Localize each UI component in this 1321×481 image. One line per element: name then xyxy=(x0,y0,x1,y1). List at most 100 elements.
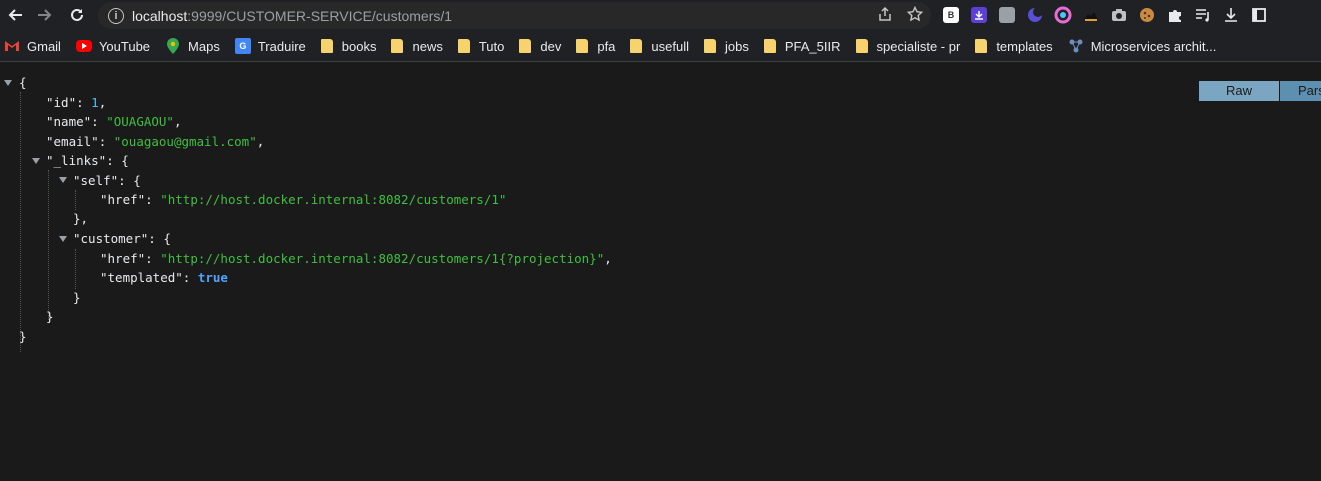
json-key: "href" xyxy=(100,251,146,266)
collapse-root-toggle[interactable] xyxy=(4,80,12,86)
bookmark-label: Maps xyxy=(188,38,220,54)
bookmark-maps[interactable]: Maps xyxy=(165,38,220,54)
indent-guide xyxy=(75,190,76,210)
json-link-value[interactable]: "http://host.docker.internal:8082/custom… xyxy=(160,251,604,266)
indent-guide xyxy=(20,92,21,352)
microservices-icon xyxy=(1068,38,1084,54)
json-key: "self" xyxy=(73,173,119,188)
reload-button[interactable] xyxy=(62,0,92,30)
folder-icon xyxy=(576,39,589,53)
json-line-self-close: }, xyxy=(73,211,89,226)
json-link-value[interactable]: "http://host.docker.internal:8082/custom… xyxy=(160,192,506,207)
json-number-value: 1 xyxy=(91,95,99,110)
bookmark-jobs[interactable]: jobs xyxy=(704,39,749,54)
back-button[interactable] xyxy=(0,0,30,30)
extension-b-icon[interactable]: B xyxy=(943,7,959,23)
youtube-icon xyxy=(75,40,92,52)
json-line-name: "name": "OUAGAOU", xyxy=(46,114,182,129)
bookmark-traduire[interactable]: G Traduire xyxy=(234,38,306,54)
bookmark-label: Microservices archit... xyxy=(1090,38,1217,54)
bookmark-label: PFA_5IIR xyxy=(784,38,841,54)
bookmark-label: Tuto xyxy=(478,38,505,54)
bookmark-label: specialiste - pr xyxy=(876,38,961,54)
moon-extension-icon[interactable] xyxy=(1024,4,1046,26)
json-line-customer-href: "href": "http://host.docker.internal:808… xyxy=(100,251,612,266)
puzzle-icon[interactable] xyxy=(1164,4,1186,26)
json-key: "templated" xyxy=(100,270,183,285)
folder-icon xyxy=(320,39,333,53)
folder-icon xyxy=(457,39,470,53)
json-root-close: } xyxy=(19,329,27,344)
bookmark-label: YouTube xyxy=(98,38,151,54)
json-line-self: "self": { xyxy=(73,173,141,188)
translate-icon: G xyxy=(234,38,251,54)
collapse-customer-toggle[interactable] xyxy=(59,236,67,242)
bookmark-dev[interactable]: dev xyxy=(519,39,561,54)
forward-button[interactable] xyxy=(30,0,60,30)
json-key: "href" xyxy=(100,192,146,207)
bookmarks-bar: Gmail YouTube Maps G Traduire books news … xyxy=(0,31,1321,62)
bookmark-label: dev xyxy=(540,38,562,54)
bookmark-label: news xyxy=(412,38,443,54)
folder-icon xyxy=(519,39,532,53)
parsed-view-button[interactable]: Pars xyxy=(1280,81,1321,101)
bookmark-star-icon[interactable] xyxy=(906,5,924,26)
json-line-id: "id": 1, xyxy=(46,95,107,110)
reading-list-icon[interactable] xyxy=(1192,4,1214,26)
json-key: "id" xyxy=(46,95,77,110)
url-text[interactable]: localhost:9999/CUSTOMER-SERVICE/customer… xyxy=(132,8,452,24)
bookmark-label: usefull xyxy=(651,38,689,54)
side-panel-icon[interactable] xyxy=(1248,4,1270,26)
json-line-customer-close: } xyxy=(73,290,81,305)
maps-icon xyxy=(165,38,181,54)
bookmark-youtube[interactable]: YouTube xyxy=(75,38,151,54)
grid-extension-icon[interactable] xyxy=(999,7,1015,23)
folder-icon xyxy=(391,39,404,53)
folder-icon xyxy=(630,39,643,53)
bookmark-microservices[interactable]: Microservices archit... xyxy=(1068,38,1217,54)
json-key: "_links" xyxy=(46,153,107,168)
camera-icon[interactable] xyxy=(1108,4,1130,26)
address-bar[interactable]: i localhost:9999/CUSTOMER-SERVICE/custom… xyxy=(98,2,931,29)
json-line-templated: "templated": true xyxy=(100,270,228,285)
extensions-area: B xyxy=(940,4,1270,26)
color-picker-icon[interactable] xyxy=(1052,4,1074,26)
downloads-icon[interactable] xyxy=(1220,4,1242,26)
folder-icon xyxy=(855,39,868,53)
indent-guide xyxy=(48,170,49,320)
arrow-right-icon xyxy=(38,9,52,21)
bookmark-templates[interactable]: templates xyxy=(975,38,1053,54)
json-key: "name" xyxy=(46,114,92,129)
bookmark-usefull[interactable]: usefull xyxy=(630,39,689,54)
bookmark-pfa-5iir[interactable]: PFA_5IIR xyxy=(763,38,841,54)
share-icon[interactable] xyxy=(877,6,893,26)
browser-toolbar: i localhost:9999/CUSTOMER-SERVICE/custom… xyxy=(0,0,1321,31)
download-extension-icon[interactable] xyxy=(971,7,987,23)
folder-icon xyxy=(763,39,776,53)
bookmark-label: books xyxy=(341,38,377,54)
bookmark-pfa[interactable]: pfa xyxy=(576,39,615,54)
bookmark-news[interactable]: news xyxy=(391,38,443,54)
info-icon[interactable]: i xyxy=(108,7,124,24)
folder-icon xyxy=(975,39,988,53)
json-line-email: "email": "ouagaou@gmail.com", xyxy=(46,134,265,149)
collapse-self-toggle[interactable] xyxy=(59,177,67,183)
bookmark-specialiste[interactable]: specialiste - pr xyxy=(855,38,961,54)
bookmark-tuto[interactable]: Tuto xyxy=(457,38,505,54)
url-host: localhost xyxy=(132,7,188,24)
collapse-links-toggle[interactable] xyxy=(32,158,40,164)
raw-view-button[interactable]: Raw xyxy=(1199,81,1279,101)
arrow-left-icon xyxy=(8,9,22,21)
json-line-customer: "customer": { xyxy=(73,231,171,246)
json-root-open: { xyxy=(19,75,27,90)
gmail-icon xyxy=(4,38,20,54)
indent-guide xyxy=(75,249,76,289)
json-key: "customer" xyxy=(73,231,149,246)
json-string-value: "ouagaou@gmail.com" xyxy=(113,134,257,149)
bookmark-gmail[interactable]: Gmail xyxy=(4,38,61,54)
bookmark-label: templates xyxy=(996,38,1053,54)
cookie-icon[interactable] xyxy=(1136,4,1158,26)
wolf-extension-icon[interactable] xyxy=(1080,4,1102,26)
bookmark-label: Traduire xyxy=(257,38,306,54)
bookmark-books[interactable]: books xyxy=(320,38,377,54)
